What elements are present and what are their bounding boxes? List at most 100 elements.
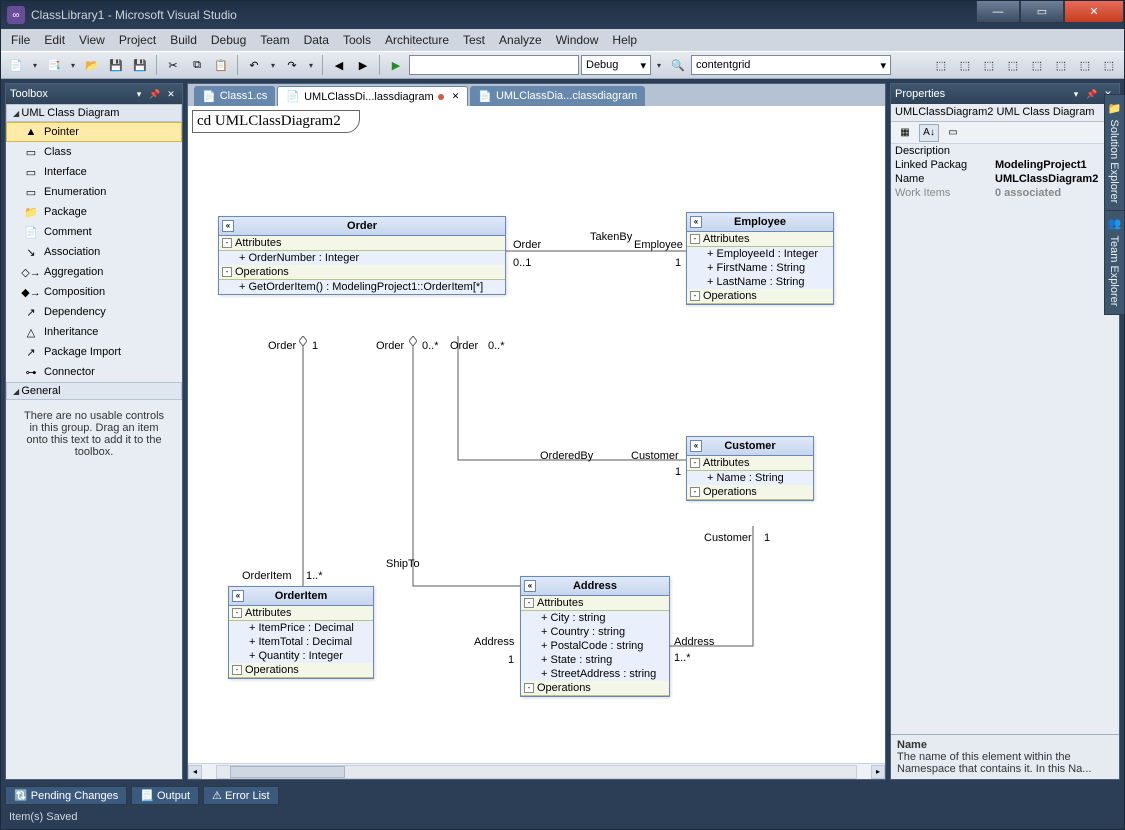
horizontal-scrollbar[interactable]: ◂ ▸ [188,763,885,779]
scroll-left-icon[interactable]: ◂ [188,765,202,779]
expand-icon[interactable]: - [690,487,700,497]
expand-icon[interactable]: - [690,458,700,468]
menu-view[interactable]: View [73,31,111,49]
copy-icon[interactable]: ⧉ [186,54,208,76]
pin-icon[interactable]: 📌 [148,87,162,101]
scroll-thumb[interactable] [230,766,345,778]
add-item-drop[interactable]: ▾ [67,54,79,76]
property-row[interactable]: Linked PackagModelingProject1 [891,158,1119,172]
expand-icon[interactable]: - [690,234,700,244]
menu-team[interactable]: Team [254,31,295,49]
ext6-icon[interactable]: ⬚ [1050,54,1072,76]
menu-debug[interactable]: Debug [205,31,252,49]
ext7-icon[interactable]: ⬚ [1074,54,1096,76]
toolbox-item-enumeration[interactable]: ▭Enumeration [6,182,182,202]
save-all-icon[interactable]: 💾 [129,54,151,76]
collapse-icon[interactable]: « [222,220,234,232]
menu-analyze[interactable]: Analyze [493,31,548,49]
add-item-icon[interactable]: 📑 [43,54,65,76]
attr[interactable]: + Country : string [521,625,669,639]
find-icon[interactable]: 🔍 [667,54,689,76]
pin-icon[interactable]: 📌 [1085,87,1099,101]
panel-options-icon[interactable]: ▾ [132,87,146,101]
toolbox-item-association[interactable]: ↘Association [6,242,182,262]
save-icon[interactable]: 💾 [105,54,127,76]
editor-tab[interactable]: 📄UMLClassDi...lassdiagram✕ [277,86,468,106]
target-combo[interactable] [409,55,579,75]
scroll-right-icon[interactable]: ▸ [871,765,885,779]
config-drop[interactable]: ▾ [653,54,665,76]
ext5-icon[interactable]: ⬚ [1026,54,1048,76]
op[interactable]: + GetOrderItem() : ModelingProject1::Ord… [219,280,505,294]
ext4-icon[interactable]: ⬚ [1002,54,1024,76]
output-button[interactable]: 📃 Output [131,786,199,805]
collapse-icon[interactable]: « [690,440,702,452]
attr[interactable]: + State : string [521,653,669,667]
menu-tools[interactable]: Tools [337,31,377,49]
menu-data[interactable]: Data [298,31,335,49]
toolbox-item-dependency[interactable]: ↗Dependency [6,302,182,322]
attr[interactable]: + OrderNumber : Integer [219,251,505,265]
team-explorer-tab[interactable]: 👥 Team Explorer [1104,210,1125,315]
attr[interactable]: + ItemTotal : Decimal [229,635,373,649]
open-icon[interactable]: 📂 [81,54,103,76]
menu-architecture[interactable]: Architecture [379,31,455,49]
property-value[interactable] [991,144,1119,158]
panel-options-icon[interactable]: ▾ [1069,87,1083,101]
ext3-icon[interactable]: ⬚ [978,54,1000,76]
attr[interactable]: + PostalCode : string [521,639,669,653]
close-button[interactable]: ✕ [1064,1,1124,23]
collapse-icon[interactable]: « [232,590,244,602]
attr[interactable]: + ItemPrice : Decimal [229,621,373,635]
expand-icon[interactable]: - [232,608,242,618]
error-list-button[interactable]: ⚠ Error List [203,786,279,805]
expand-icon[interactable]: - [222,238,232,248]
attr[interactable]: + City : string [521,611,669,625]
pending-changes-button[interactable]: 🔃 Pending Changes [5,786,127,805]
class-employee[interactable]: «Employee -Attributes + EmployeeId : Int… [686,212,834,305]
collapse-icon[interactable]: « [524,580,536,592]
attr[interactable]: + EmployeeId : Integer [687,247,833,261]
nav-back-icon[interactable]: ◀ [328,54,350,76]
toolbox-item-interface[interactable]: ▭Interface [6,162,182,182]
property-value[interactable]: 0 associated [991,186,1119,200]
class-customer[interactable]: «Customer -Attributes + Name : String -O… [686,436,814,501]
toolbox-item-composition[interactable]: ◆→Composition [6,282,182,302]
sort-icon[interactable]: A↓ [919,124,939,142]
toolbox-group-uml[interactable]: UML Class Diagram [6,104,182,122]
undo-icon[interactable]: ↶ [243,54,265,76]
solution-explorer-tab[interactable]: 📁 Solution Explorer [1104,94,1125,212]
ext8-icon[interactable]: ⬚ [1098,54,1120,76]
toolbox-item-comment[interactable]: 📄Comment [6,222,182,242]
attr[interactable]: + Quantity : Integer [229,649,373,663]
nav-fwd-icon[interactable]: ▶ [352,54,374,76]
attr[interactable]: + StreetAddress : string [521,667,669,681]
class-order[interactable]: «Order -Attributes + OrderNumber : Integ… [218,216,506,295]
cut-icon[interactable]: ✂ [162,54,184,76]
menu-window[interactable]: Window [550,31,605,49]
start-debug-icon[interactable]: ▶ [385,54,407,76]
toolbox-group-general[interactable]: General [6,382,182,400]
toolbox-item-pointer[interactable]: ▲Pointer [6,122,182,142]
minimize-button[interactable]: — [976,1,1020,23]
expand-icon[interactable]: - [222,267,232,277]
menu-help[interactable]: Help [606,31,643,49]
editor-tab[interactable]: 📄Class1.cs [194,86,275,106]
expand-icon[interactable]: - [524,683,534,693]
redo-icon[interactable]: ↷ [281,54,303,76]
toolbox-item-class[interactable]: ▭Class [6,142,182,162]
property-row[interactable]: NameUMLClassDiagram2 [891,172,1119,186]
find-combo[interactable]: contentgrid▾ [691,55,891,75]
redo-drop[interactable]: ▾ [305,54,317,76]
editor-tab[interactable]: 📄UMLClassDia...classdiagram [470,86,645,106]
expand-icon[interactable]: - [690,291,700,301]
menu-test[interactable]: Test [457,31,491,49]
menu-build[interactable]: Build [164,31,203,49]
expand-icon[interactable]: - [524,598,534,608]
property-pages-icon[interactable]: ▭ [943,124,963,142]
menu-file[interactable]: File [5,31,36,49]
toolbox-item-connector[interactable]: ⊶Connector [6,362,182,382]
categorize-icon[interactable]: ▦ [895,124,915,142]
config-combo[interactable]: Debug▾ [581,55,651,75]
toolbox-item-inheritance[interactable]: △Inheritance [6,322,182,342]
